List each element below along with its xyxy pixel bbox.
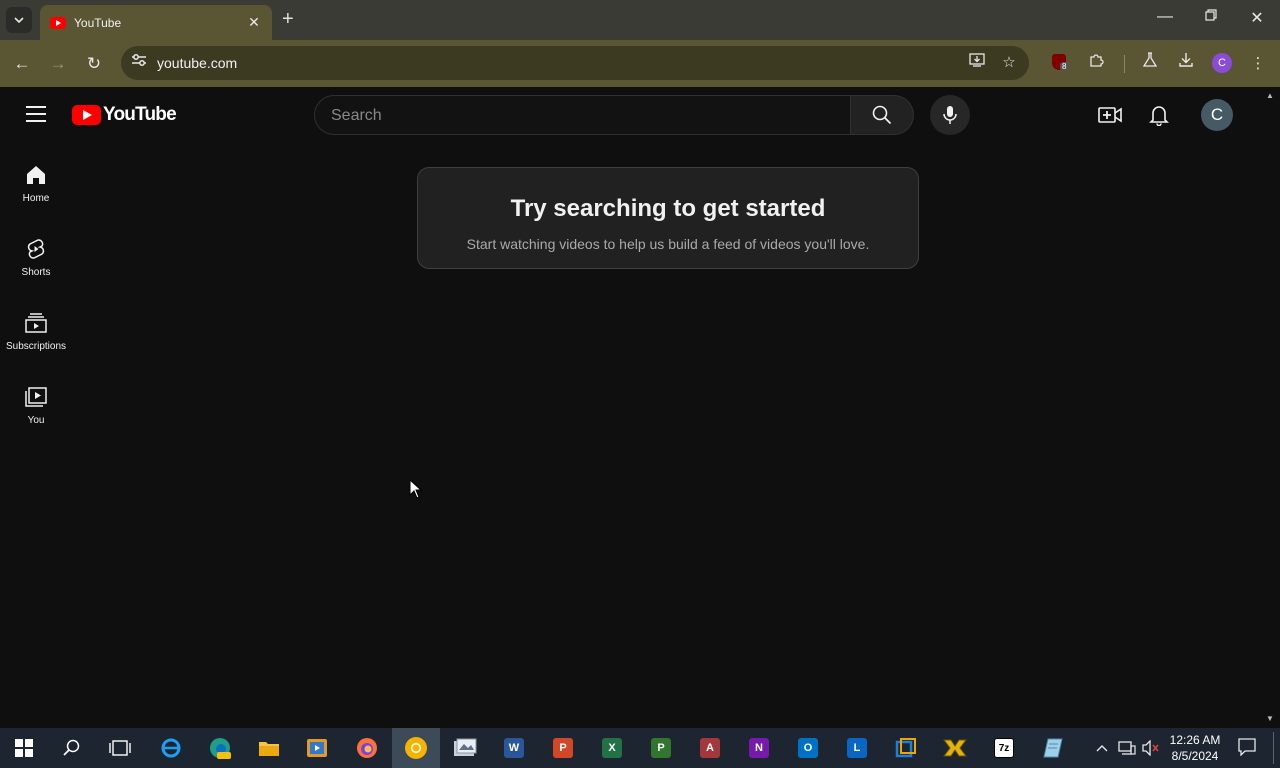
- youtube-favicon-icon: [50, 16, 66, 29]
- outlook-icon[interactable]: O: [794, 734, 822, 762]
- photos-icon[interactable]: [451, 734, 479, 762]
- youtube-header: YouTube C: [0, 87, 1265, 143]
- network-icon[interactable]: [1118, 740, 1136, 759]
- windows-taskbar: W P X P A N O L 7z 12:26 AM 8/5/2024: [0, 728, 1280, 768]
- video-create-icon: [1098, 107, 1122, 123]
- labs-flask-icon[interactable]: [1138, 52, 1162, 76]
- guide-menu-icon[interactable]: [26, 106, 46, 122]
- media-player-icon[interactable]: [303, 734, 331, 762]
- bell-icon: [1149, 106, 1169, 126]
- search-icon: [872, 105, 892, 125]
- task-view-icon[interactable]: [106, 734, 134, 762]
- sidebar-item-you[interactable]: You: [0, 365, 72, 439]
- url-text: youtube.com: [157, 55, 238, 71]
- new-tab-button[interactable]: +: [282, 9, 294, 29]
- browser-toolbar: ← → ↻ youtube.com ☆ 8 ⋮: [0, 40, 1280, 87]
- system-clock[interactable]: 12:26 AM 8/5/2024: [1166, 732, 1224, 764]
- you-icon: [24, 385, 48, 409]
- notepad-icon[interactable]: [1039, 734, 1067, 762]
- browser-tab-youtube[interactable]: YouTube ✕: [40, 5, 272, 40]
- browser-profile-avatar[interactable]: C: [1212, 53, 1232, 73]
- youtube-logo[interactable]: YouTube: [72, 104, 177, 126]
- create-video-button[interactable]: [1098, 103, 1122, 127]
- tab-title: YouTube: [74, 15, 122, 30]
- search-box: [314, 95, 851, 135]
- notifications-button[interactable]: [1147, 103, 1171, 127]
- microphone-icon: [943, 106, 957, 124]
- sidebar-item-shorts[interactable]: Shorts: [0, 217, 72, 291]
- browser-menu-icon[interactable]: ⋮: [1246, 52, 1270, 76]
- sidebar-item-label: You: [27, 415, 45, 426]
- youtube-play-logo-icon: [72, 105, 101, 125]
- sidebar-item-subscriptions[interactable]: Subscriptions: [0, 291, 72, 365]
- archiver-icon[interactable]: [941, 734, 969, 762]
- ublock-extension-icon[interactable]: 8: [1052, 54, 1070, 72]
- word-icon[interactable]: W: [500, 734, 528, 762]
- home-icon: [24, 163, 48, 187]
- account-avatar[interactable]: C: [1201, 99, 1233, 131]
- empty-feed-prompt: Try searching to get started Start watch…: [417, 167, 919, 269]
- sidebar-item-label: Subscriptions: [5, 341, 67, 352]
- volume-muted-icon[interactable]: [1142, 739, 1160, 759]
- install-app-icon[interactable]: [967, 53, 987, 73]
- subscriptions-icon: [24, 311, 48, 335]
- search-input[interactable]: [331, 105, 831, 127]
- extensions-puzzle-icon[interactable]: [1085, 52, 1109, 76]
- clock-time: 12:26 AM: [1169, 733, 1221, 747]
- 7zip-icon[interactable]: 7z: [990, 734, 1018, 762]
- search-icon[interactable]: [58, 734, 86, 762]
- access-icon[interactable]: A: [696, 734, 724, 762]
- search-button[interactable]: [851, 95, 914, 135]
- scrollbar-down-arrow[interactable]: ▼: [1266, 714, 1274, 723]
- toolbar-divider: [1124, 55, 1125, 73]
- minimize-button[interactable]: —: [1153, 8, 1177, 26]
- show-desktop-button[interactable]: [1273, 732, 1274, 764]
- forward-button[interactable]: →: [46, 52, 70, 76]
- scrollbar-up-arrow[interactable]: ▲: [1266, 91, 1274, 100]
- youtube-logo-text: YouTube: [103, 104, 177, 125]
- reload-button[interactable]: ↻: [82, 52, 106, 76]
- excel-icon[interactable]: X: [598, 734, 626, 762]
- file-explorer-icon[interactable]: [255, 734, 283, 762]
- prompt-title: Try searching to get started: [510, 195, 826, 222]
- chrome-canary-icon[interactable]: [392, 728, 440, 768]
- clock-date: 8/5/2024: [1171, 749, 1219, 763]
- site-info-icon[interactable]: [129, 53, 149, 73]
- browser-tabstrip: YouTube ✕ + — ✕: [0, 0, 1280, 40]
- lync-icon[interactable]: L: [843, 734, 871, 762]
- sidebar-item-label: Home: [22, 193, 50, 204]
- extension-badge-count: 8: [1060, 62, 1069, 71]
- mouse-cursor-icon: [409, 479, 423, 499]
- tab-close-icon[interactable]: ✕: [246, 14, 262, 31]
- youtube-page: YouTube C Home: [0, 87, 1280, 728]
- sidebar-item-label: Shorts: [21, 267, 51, 278]
- show-hidden-icons-chevron-icon[interactable]: [1096, 740, 1108, 755]
- virtualbox-icon[interactable]: [892, 734, 920, 762]
- shorts-icon: [24, 237, 48, 261]
- close-window-button[interactable]: ✕: [1245, 8, 1269, 28]
- prompt-subtitle: Start watching videos to help us build a…: [466, 236, 870, 252]
- mini-guide: Home Shorts Subscriptions You: [0, 143, 72, 439]
- bookmark-star-icon[interactable]: ☆: [999, 53, 1019, 73]
- address-bar[interactable]: youtube.com ☆: [121, 46, 1029, 80]
- restore-button[interactable]: [1199, 8, 1223, 26]
- edge-canary-icon[interactable]: [206, 734, 234, 762]
- tab-search-button[interactable]: [6, 7, 32, 33]
- project-icon[interactable]: P: [647, 734, 675, 762]
- downloads-icon[interactable]: [1174, 52, 1198, 76]
- back-button[interactable]: ←: [10, 52, 34, 76]
- powerpoint-icon[interactable]: P: [549, 734, 577, 762]
- firefox-icon[interactable]: [353, 734, 381, 762]
- onenote-icon[interactable]: N: [745, 734, 773, 762]
- screen: YouTube ✕ + — ✕ ← → ↻ youtube.com ☆ 8 ⋮ …: [0, 0, 1280, 768]
- internet-explorer-icon[interactable]: [157, 734, 185, 762]
- start-icon[interactable]: [10, 734, 38, 762]
- voice-search-button[interactable]: [930, 95, 970, 135]
- sidebar-item-home[interactable]: Home: [0, 143, 72, 217]
- notifications-center-icon[interactable]: [1238, 738, 1256, 759]
